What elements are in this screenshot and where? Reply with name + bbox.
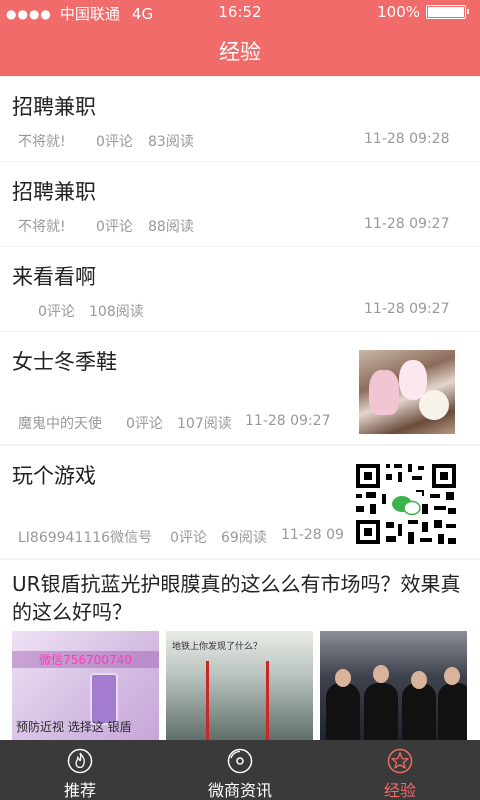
tab-label: 推荐 (63, 781, 96, 800)
feed-item-author: LI869941116微信号 (18, 530, 153, 546)
subway-photo-caption: 地铁上你发现了什么？ (172, 642, 263, 652)
battery-percent: 100% (377, 3, 420, 21)
tab-recommend[interactable]: 推荐 (0, 740, 160, 800)
feed-item-time: 11-28 09:27 (364, 216, 450, 232)
feed-item-comments: 0评论 (96, 134, 133, 150)
product-ad-banner: 微信756700740 (12, 651, 159, 668)
tab-label: 微商资讯 (207, 781, 272, 800)
feed-item[interactable]: 招聘兼职 不将就! 0评论 83阅读 11-28 09:28 (0, 77, 480, 161)
qr-code-thumbnail (352, 460, 460, 548)
feed-item-reads: 88阅读 (148, 219, 194, 235)
feed-item-time: 11-28 09:28 (364, 131, 450, 147)
article-image-subway: 地铁上你发现了什么？ (166, 631, 313, 740)
feed-list[interactable]: 招聘兼职 不将就! 0评论 83阅读 11-28 09:28 招聘兼职 不将就!… (0, 77, 480, 740)
feed-item[interactable]: 招聘兼职 不将就! 0评论 88阅读 11-28 09:27 (0, 162, 480, 246)
feed-item[interactable]: 来看看啊 0评论 108阅读 11-28 09:27 (0, 247, 480, 331)
tab-wechat-news[interactable]: 微商资讯 (160, 740, 320, 800)
feed-item-time: 11-28 09:27 (364, 301, 450, 317)
feed-item-title: 来看看啊 (12, 265, 96, 289)
feed-item-time: 11-28 09: (281, 527, 343, 543)
nav-bar: 经验 (0, 24, 480, 76)
feed-item-title: 玩个游戏 (12, 464, 96, 488)
feed-item-reads: 107阅读 (177, 416, 232, 432)
feed-item-reads: 108阅读 (89, 304, 144, 320)
shoes-photo-thumbnail (359, 350, 455, 434)
feed-item-title: 招聘兼职 (12, 95, 96, 119)
feed-item-comments: 0评论 (96, 219, 133, 235)
feed-item-author: 不将就! (18, 219, 66, 235)
article-title: UR银盾抗蓝光护眼膜真的这么么有市场吗？效果真的这么好吗？ (12, 572, 461, 624)
disc-icon (227, 748, 253, 774)
status-bar: ●●●● 中国联通 4G 16:52 100% (0, 0, 480, 24)
article-card[interactable]: UR银盾抗蓝光护眼膜真的这么么有市场吗？效果真的这么好吗？ 微信75670074… (0, 560, 480, 740)
feed-item-comments: 0评论 (38, 304, 75, 320)
status-right: 100% (377, 3, 469, 21)
feed-item-comments: 0评论 (126, 416, 163, 432)
product-ad-caption: 预防近视 选择这 银盾 (16, 720, 132, 734)
feed-item-title: 招聘兼职 (12, 180, 96, 204)
tab-bar: 推荐 微商资讯 经验 (0, 740, 480, 800)
tab-label: 经验 (383, 781, 416, 800)
battery-icon (426, 5, 469, 19)
article-image-product-ad: 微信756700740 预防近视 选择这 银盾 (12, 631, 159, 740)
star-icon (387, 748, 413, 774)
qr-code-icon (352, 460, 460, 548)
feed-item-author: 魔鬼中的天使 (18, 416, 102, 432)
feed-item[interactable]: 女士冬季鞋 魔鬼中的天使 0评论 107阅读 11-28 09:27 (0, 332, 480, 444)
feed-item-comments: 0评论 (170, 530, 207, 546)
feed-item-reads: 69阅读 (221, 530, 267, 546)
feed-item-time: 11-28 09:27 (245, 413, 331, 429)
feed-item-title: 女士冬季鞋 (12, 350, 117, 374)
article-image-conference (320, 631, 467, 740)
feed-item-author: 不将就! (18, 134, 66, 150)
feed-item-reads: 83阅读 (148, 134, 194, 150)
flame-icon (67, 748, 93, 774)
page-title: 经验 (219, 40, 261, 64)
feed-item[interactable]: 玩个游戏 LI869941116微信号 0评论 69阅读 11-28 09: (0, 446, 480, 558)
tab-experience[interactable]: 经验 (320, 740, 480, 800)
